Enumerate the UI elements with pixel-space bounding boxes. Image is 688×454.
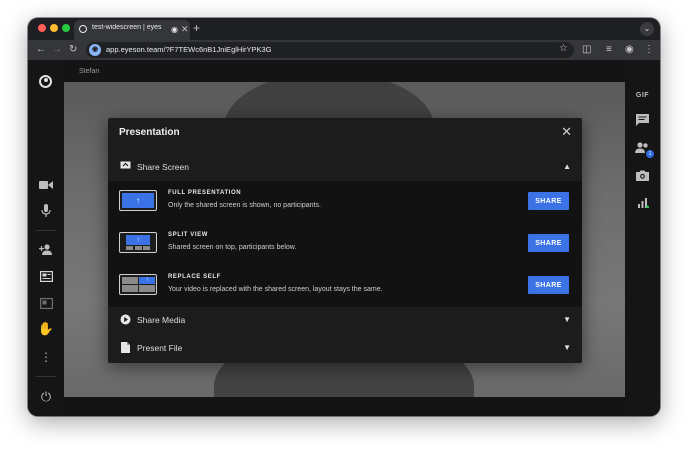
eyeson-logo-icon[interactable] [39, 75, 52, 88]
presentation-dialog: Presentation ✕ Share Screen ▲ ↑ FULL PRE… [108, 118, 582, 363]
chevron-up-icon: ▲ [563, 162, 571, 171]
browser-tab[interactable]: test-widescreen | eyes ◉ ✕ [74, 20, 190, 40]
forward-arrow-icon[interactable]: → [52, 43, 62, 57]
window-maximize-button[interactable] [62, 24, 70, 32]
window-close-button[interactable] [38, 24, 46, 32]
browser-window: test-widescreen | eyes ◉ ✕ + ⌄ ← → ↻ ◉ a… [28, 18, 660, 416]
full-presentation-thumbnail: ↑ [119, 190, 157, 211]
share-screen-header[interactable]: Share Screen ▲ [108, 155, 582, 181]
share-screen-options: ↑ FULL PRESENTATION Only the shared scre… [108, 181, 582, 307]
present-file-label: Present File [137, 343, 183, 353]
back-arrow-icon[interactable]: ← [36, 43, 46, 57]
share-media-header[interactable]: Share Media ▼ [108, 308, 582, 334]
share-screen-label: Share Screen [137, 162, 189, 172]
presentation-icon[interactable] [28, 271, 64, 285]
gif-button[interactable]: GIF [625, 89, 660, 103]
extensions-icon[interactable]: ◫ [582, 43, 591, 57]
microphone-icon[interactable] [28, 204, 64, 220]
favicon-icon [79, 25, 87, 33]
share-replace-self-button[interactable]: SHARE [528, 276, 569, 294]
reload-icon[interactable]: ↻ [69, 43, 77, 57]
option-full-presentation: ↑ FULL PRESENTATION Only the shared scre… [108, 181, 582, 223]
participants-badge: 1 [646, 150, 654, 158]
option-title: SPLIT VIEW [168, 232, 209, 238]
option-description: Shared screen on top, participants below… [168, 244, 297, 251]
file-icon [119, 342, 131, 354]
arrow-up-icon: ↑ [139, 277, 155, 284]
share-split-view-button[interactable]: SHARE [528, 234, 569, 252]
screen-share-icon [119, 161, 131, 173]
tab-search-button[interactable]: ⌄ [640, 22, 654, 36]
share-media-label: Share Media [137, 315, 186, 325]
play-circle-icon [119, 314, 131, 326]
camera-icon[interactable] [28, 179, 64, 193]
window-minimize-button[interactable] [50, 24, 58, 32]
participants-icon[interactable] [625, 142, 660, 157]
video-stage: Stefan Presentation ✕ Share Screen ▲ ↑ F… [64, 60, 625, 416]
option-description: Only the shared screen is shown, no part… [168, 202, 321, 209]
layout-icon[interactable] [28, 298, 64, 312]
new-tab-button[interactable]: + [193, 20, 200, 36]
profile-icon[interactable]: ◉ [625, 43, 634, 57]
participant-name: Stefan [79, 68, 100, 75]
dialog-title: Presentation [119, 127, 180, 138]
menu-icon[interactable]: ⋮ [644, 43, 654, 57]
option-replace-self: ↑ REPLACE SELF Your video is replaced wi… [108, 265, 582, 307]
sidebar-divider [36, 376, 56, 377]
power-icon[interactable]: ⏻ [28, 390, 64, 404]
chat-icon[interactable] [625, 114, 660, 130]
browser-toolbar: ← → ↻ ◉ app.eyeson.team/?F7TEWc6nB1JniEg… [28, 40, 660, 60]
sidebar-divider [36, 230, 56, 231]
tab-strip: test-widescreen | eyes ◉ ✕ + ⌄ [28, 18, 660, 40]
tab-close-icon[interactable]: ✕ [181, 23, 189, 35]
close-icon[interactable]: ✕ [561, 124, 572, 140]
arrow-up-icon: ↑ [122, 193, 154, 208]
hand-wave-icon[interactable]: ✋ [28, 322, 64, 336]
more-vertical-icon[interactable]: ⋮ [28, 350, 64, 364]
present-file-header[interactable]: Present File ▼ [108, 336, 582, 362]
option-split-view: ↑ SPLIT VIEW Shared screen on top, parti… [108, 223, 582, 265]
url-text[interactable]: app.eyeson.team/?F7TEWc6nB1JniEglHirYPK3… [106, 45, 272, 54]
site-info-icon[interactable]: ◉ [89, 44, 101, 56]
snapshot-camera-icon[interactable] [625, 170, 660, 185]
arrow-up-icon: ↑ [126, 235, 150, 245]
connection-stats-icon[interactable] [625, 198, 660, 212]
add-person-icon[interactable] [28, 244, 64, 258]
left-sidebar: ✋ ⋮ ⏻ [28, 60, 64, 416]
share-full-presentation-button[interactable]: SHARE [528, 192, 569, 210]
app-area: ✋ ⋮ ⏻ Stefan Presentation ✕ Share Screen [28, 60, 660, 416]
right-sidebar: GIF 1 [625, 60, 660, 416]
option-title: FULL PRESENTATION [168, 190, 242, 196]
speaker-icon[interactable]: ◉ [171, 24, 178, 35]
option-description: Your video is replaced with the shared s… [168, 286, 383, 293]
option-title: REPLACE SELF [168, 274, 221, 280]
tab-title: test-widescreen | eyes [92, 24, 162, 31]
media-icon[interactable]: ≡ [606, 43, 612, 57]
star-icon[interactable]: ☆ [559, 43, 568, 54]
replace-self-thumbnail: ↑ [119, 274, 157, 295]
chevron-down-icon: ▼ [563, 343, 571, 352]
chevron-down-icon: ▼ [563, 315, 571, 324]
address-bar[interactable]: ◉ app.eyeson.team/?F7TEWc6nB1JniEglHirYP… [86, 42, 574, 58]
split-view-thumbnail: ↑ [119, 232, 157, 253]
